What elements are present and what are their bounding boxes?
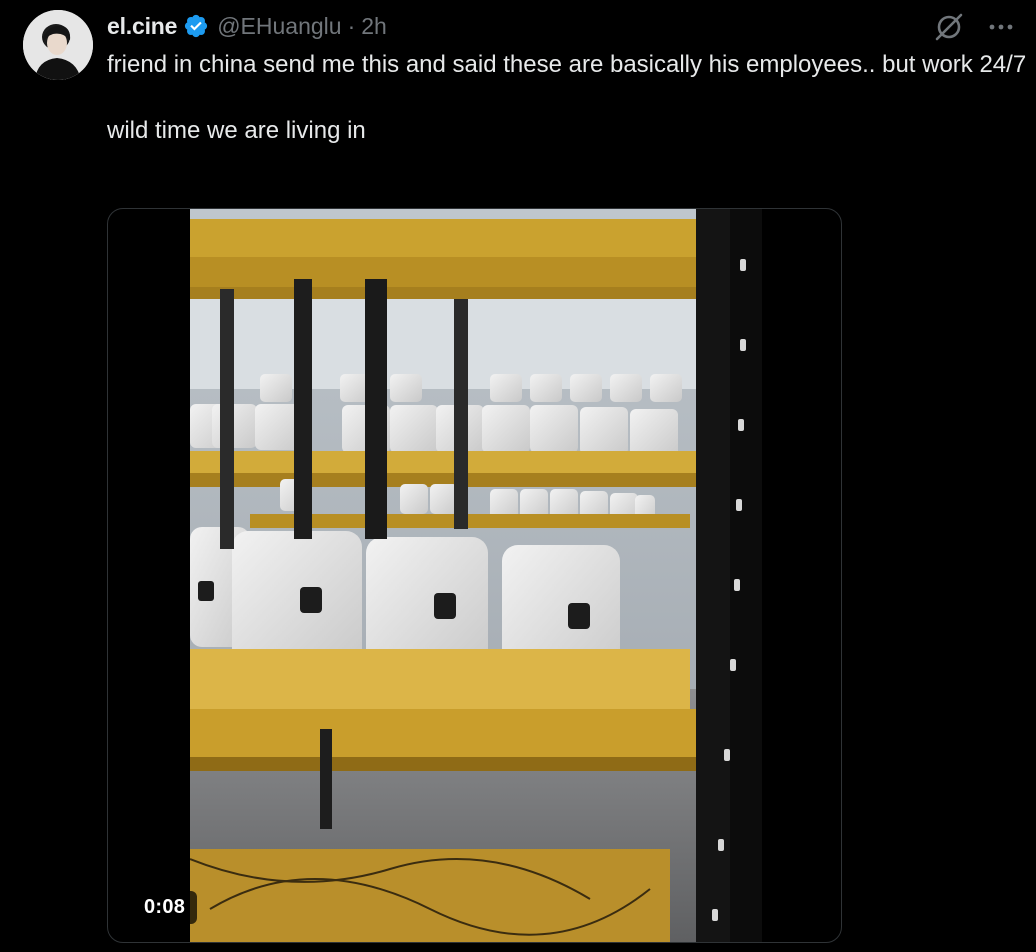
avatar-image	[23, 10, 93, 80]
video-duration: 0:08	[132, 891, 198, 924]
verified-badge-icon[interactable]	[183, 13, 209, 39]
separator-dot: ·	[347, 12, 356, 39]
tweet-text-line: friend in china send me this and said th…	[107, 51, 1027, 78]
tweet-text: friend in china send me this and said th…	[107, 48, 1027, 147]
more-icon[interactable]	[986, 12, 1016, 42]
timestamp[interactable]: 2h	[361, 13, 387, 40]
tweet-header: el.cine @EHuanglu · 2h	[107, 11, 387, 41]
avatar[interactable]	[23, 10, 93, 80]
display-name[interactable]: el.cine	[107, 13, 177, 40]
user-handle[interactable]: @EHuanglu	[217, 13, 341, 40]
tweet-text-line: wild time we are living in	[107, 117, 366, 144]
video-frame[interactable]	[190, 209, 762, 942]
grok-icon[interactable]	[932, 10, 966, 44]
video-player[interactable]: 0:08	[107, 208, 842, 943]
tweet[interactable]: el.cine @EHuanglu · 2h friend in china s…	[0, 0, 1036, 952]
tweet-top-actions	[932, 10, 1016, 44]
